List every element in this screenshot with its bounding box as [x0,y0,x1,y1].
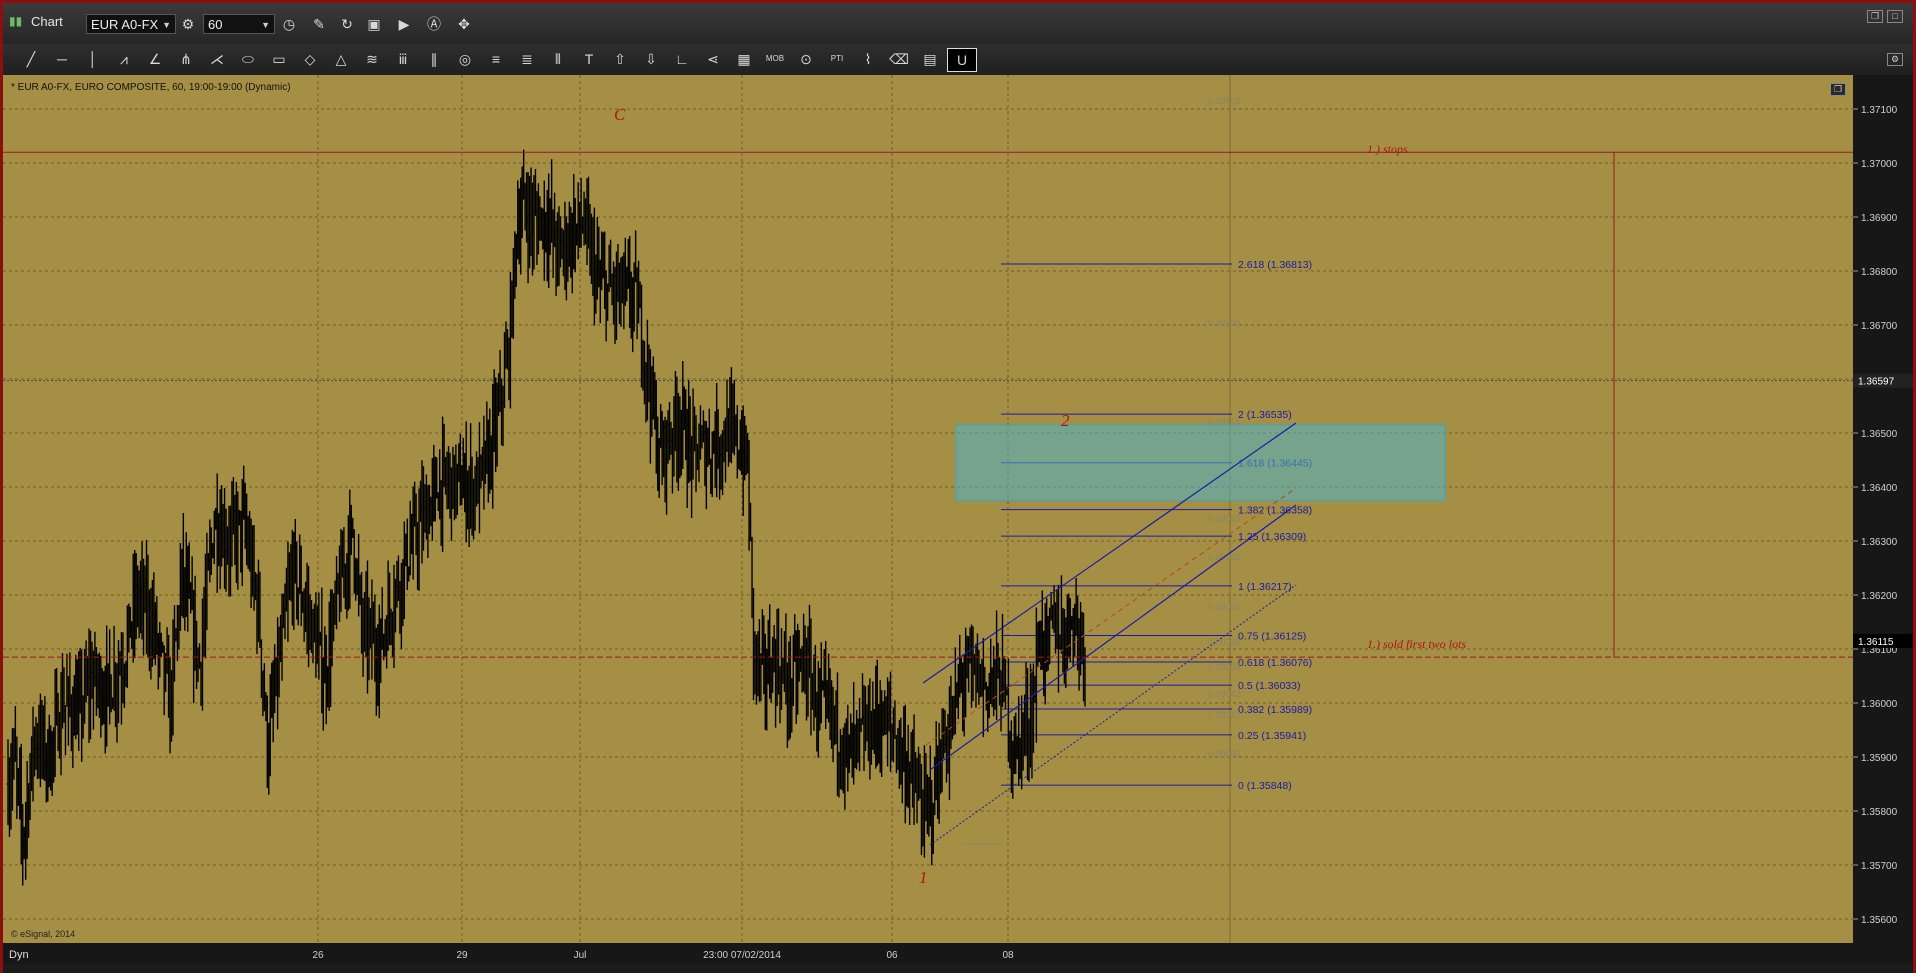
dynamic-mode-label: Dyn [9,949,29,961]
y-tick-label: 1.37000 [1861,159,1898,170]
y-tick-label: 1.36800 [1861,267,1898,278]
fib-level-label: 0.382 (1.35989) [1238,704,1312,716]
wave-2-label: 2 [1061,411,1070,430]
wave-1-label: 1 [919,868,928,887]
faint-level-label: 0.00092 [1208,602,1241,612]
chart-header: * EUR A0-FX, EURO COMPOSITE, 60, 19:00-1… [11,82,291,93]
faint-level-label: 0.00058 [1208,514,1241,524]
sold-annotation: 1.) sold first two lots [1367,637,1466,651]
x-tick-label: 08 [1002,950,1014,961]
x-tick-label: 23:00 07/02/2014 [703,950,781,961]
y-tick-label: 1.35800 [1861,807,1898,818]
y-tick-label: 1.35900 [1861,753,1898,764]
x-tick-label: 29 [456,950,468,961]
y-tick-label: 1.36900 [1861,213,1898,224]
fib-level-label: 1 (1.36217) [1238,581,1292,593]
faint-level-label: 0.00042 [1208,710,1241,720]
price-chart[interactable]: 1.371001.370001.369001.368001.367001.366… [0,0,1916,973]
fib-level-label: 2.618 (1.36813) [1238,259,1312,271]
time-axis-panel [3,943,1913,964]
y-tick-label: 1.35600 [1861,915,1898,926]
faint-level-label: 0.00603 [1208,96,1241,106]
x-tick-label: Jul [574,950,587,961]
fib-level-label: 0 (1.35848) [1238,780,1292,792]
y-tick-label: 1.36500 [1861,429,1898,440]
fib-level-label: 0.75 (1.36125) [1238,631,1306,643]
faint-level-label: 0.00329 [1208,318,1241,328]
copyright-label: © eSignal, 2014 [11,929,75,939]
y-tick-label: 1.36200 [1861,591,1898,602]
faint-level-label: 0.00036 [1208,637,1241,647]
x-tick-label: 26 [312,950,324,961]
y-tick-label: 1.36700 [1861,321,1898,332]
y-tick-label: 1.36000 [1861,699,1898,710]
hair-price-label: 1.36597 [1858,377,1895,388]
price-axis: 1.371001.370001.369001.368001.367001.366… [1853,75,1913,943]
y-tick-label: 1.36400 [1861,483,1898,494]
faint-level-label: 0.00093 [1208,749,1241,759]
fib-level-label: 1.25 (1.36309) [1238,531,1306,543]
fib-level-label: 0.618 (1.36076) [1238,657,1312,669]
faint-level-label: 0.00054 [1208,662,1241,672]
fib-level-label: 2 (1.36535) [1238,409,1292,421]
faint-level-label: 0.00042 [1208,689,1241,699]
y-tick-label: 1.35700 [1861,861,1898,872]
current-price-label: 1.36115 [1858,637,1894,648]
y-tick-label: 1.37100 [1861,105,1898,116]
stops-annotation: 1.) stops [1367,142,1408,156]
x-tick-label: 06 [886,950,898,961]
chart-panel-expand-icon[interactable]: ❐ [1830,83,1846,96]
wave-c-label: C [614,105,626,124]
y-tick-label: 1.36300 [1861,537,1898,548]
fib-level-label: 0.5 (1.36033) [1238,680,1300,692]
fib-level-label: 1.382 (1.36358) [1238,505,1312,517]
time-axis: 26 29 Jul 23:00 07/02/2014 06 08 [3,943,1913,964]
fib-level-label: 0.25 (1.35941) [1238,730,1306,742]
